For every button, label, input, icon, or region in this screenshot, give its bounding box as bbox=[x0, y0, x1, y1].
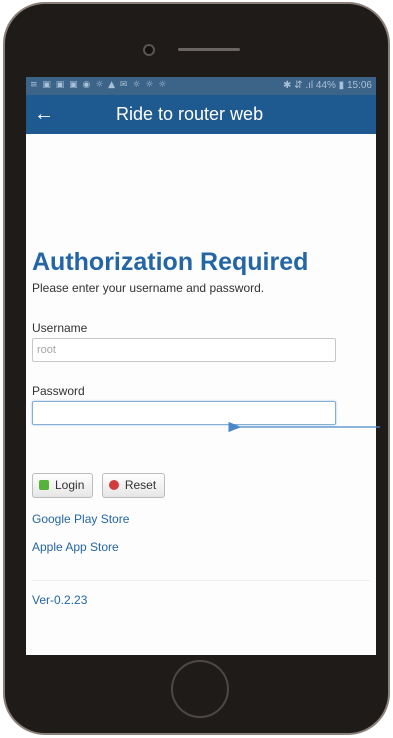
earpiece-speaker bbox=[178, 48, 240, 51]
app-title: Ride to router web bbox=[116, 104, 264, 124]
home-button[interactable] bbox=[171, 660, 229, 718]
back-arrow-icon[interactable]: ← bbox=[34, 103, 54, 125]
apple-app-store-link[interactable]: Apple App Store bbox=[32, 540, 119, 554]
page-heading: Authorization Required bbox=[32, 248, 309, 276]
notification-icons: ≡ ▣ ▣ ▣ ◉ ☼ ▲ ✉ ☼ ☼ ☼ bbox=[30, 80, 168, 90]
google-play-link[interactable]: Google Play Store bbox=[32, 512, 129, 526]
login-instructions: Please enter your username and password. bbox=[32, 281, 265, 295]
username-field[interactable]: root bbox=[32, 338, 336, 362]
phone-screen: ≡ ▣ ▣ ▣ ◉ ☼ ▲ ✉ ☼ ☼ ☼ ✱ ⇵ .ıl 44% ▮ 15:0… bbox=[26, 77, 376, 655]
username-label: Username bbox=[32, 321, 88, 335]
reset-button-label: Reset bbox=[124, 478, 157, 492]
reset-icon bbox=[108, 480, 119, 490]
login-button-label: Login bbox=[55, 478, 85, 492]
password-label: Password bbox=[32, 384, 85, 398]
login-form: Authorization Required Please enter your… bbox=[32, 248, 370, 607]
login-icon bbox=[39, 480, 49, 490]
status-bar: ≡ ▣ ▣ ▣ ◉ ☼ ▲ ✉ ☼ ☼ ☼ ✱ ⇵ .ıl 44% ▮ 15:0… bbox=[26, 77, 376, 95]
footer-divider bbox=[32, 580, 370, 581]
front-camera bbox=[143, 44, 155, 56]
app-bar: ← Ride to router web bbox=[26, 95, 376, 134]
form-actions: Login Reset bbox=[32, 473, 169, 498]
status-indicators: ✱ ⇵ .ıl 44% ▮ 15:06 bbox=[283, 80, 372, 91]
password-field[interactable] bbox=[32, 401, 336, 425]
reset-button[interactable]: Reset bbox=[101, 473, 166, 498]
login-button[interactable]: Login bbox=[32, 473, 94, 498]
version-label: Ver-0.2.23 bbox=[32, 593, 88, 607]
